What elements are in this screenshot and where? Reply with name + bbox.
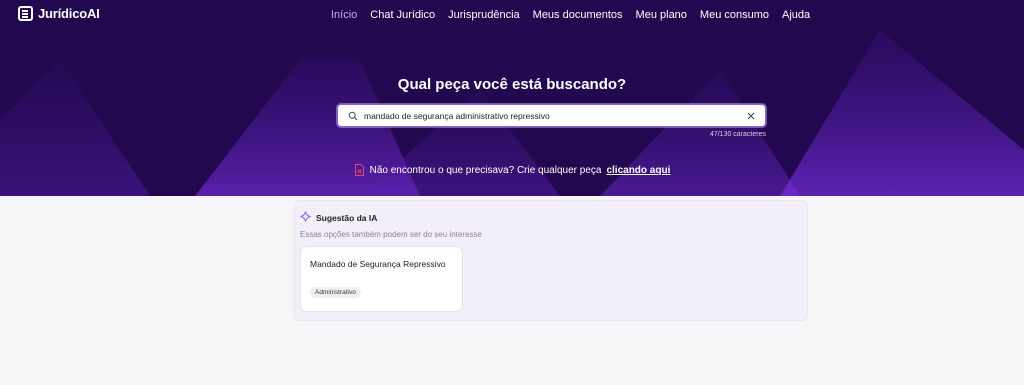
search-box: [337, 104, 766, 127]
logo-icon: [18, 6, 33, 21]
ai-suggestion-subtitle: Essas opções também podem ser do seu int…: [300, 230, 482, 239]
nav-item-chat-juridico[interactable]: Chat Jurídico: [370, 9, 435, 21]
nav-item-meu-consumo[interactable]: Meu consumo: [700, 9, 769, 21]
create-piece-link[interactable]: clicando aqui: [606, 165, 670, 176]
nav-item-inicio[interactable]: Início: [331, 9, 357, 21]
nav-item-ajuda[interactable]: Ajuda: [782, 9, 810, 21]
brand-name: JurídicoAI: [38, 6, 100, 21]
top-navbar: JurídicoAI Início Chat Jurídico Jurispru…: [0, 0, 1024, 32]
char-counter: 47/130 caracteres: [709, 131, 766, 138]
clear-icon[interactable]: [741, 105, 761, 126]
not-found-message: Não encontrou o que precisava? Crie qual…: [0, 164, 1024, 176]
suggestion-card-title: Mandado de Segurança Repressivo: [310, 259, 446, 269]
search-icon: [342, 105, 364, 126]
suggestion-card[interactable]: Mandado de Segurança Repressivo Administ…: [300, 246, 463, 312]
nav-item-meus-documentos[interactable]: Meus documentos: [533, 9, 623, 21]
not-found-text: Não encontrou o que precisava? Crie qual…: [369, 164, 602, 176]
nav-item-jurisprudencia[interactable]: Jurisprudência: [448, 9, 520, 21]
document-icon: [354, 164, 365, 176]
nav-item-meu-plano[interactable]: Meu plano: [636, 9, 687, 21]
hero-title: Qual peça você está buscando?: [397, 76, 627, 93]
main-menu: Início Chat Jurídico Jurisprudência Meus…: [331, 9, 810, 21]
sparkle-icon: [300, 209, 311, 227]
ai-suggestion-panel: Sugestão da IA Essas opções também podem…: [294, 200, 808, 321]
category-badge: Administrativo: [310, 287, 361, 298]
search-input[interactable]: [364, 110, 741, 121]
ai-suggestion-header: Sugestão da IA: [300, 209, 377, 227]
ai-suggestion-title: Sugestão da IA: [316, 213, 378, 223]
hero-banner: JurídicoAI Início Chat Jurídico Jurispru…: [0, 0, 1024, 196]
brand-logo[interactable]: JurídicoAI: [18, 6, 100, 21]
